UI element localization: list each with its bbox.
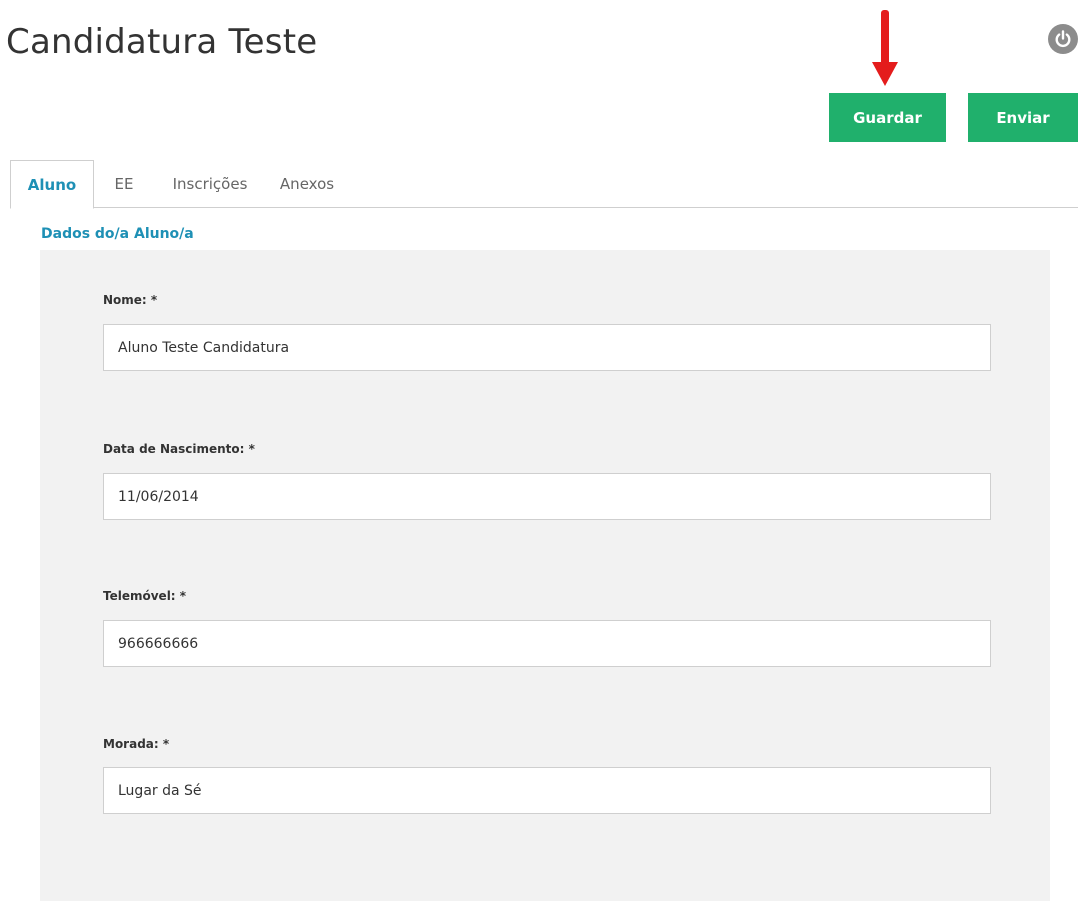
birthdate-label: Data de Nascimento: * [103,442,255,456]
name-field[interactable] [103,324,991,371]
save-button[interactable]: Guardar [829,93,946,142]
address-field[interactable] [103,767,991,814]
tab-anexos[interactable]: Anexos [272,160,342,208]
page: Candidatura Teste Guardar Enviar Aluno E… [0,0,1078,901]
mobile-field[interactable] [103,620,991,667]
tab-aluno[interactable]: Aluno [10,160,94,209]
tab-inscricoes[interactable]: Inscrições [160,160,260,208]
mobile-label: Telemóvel: * [103,589,187,603]
tab-ee[interactable]: EE [104,160,144,208]
red-arrow-down-icon [872,10,898,86]
name-label: Nome: * [103,293,158,307]
student-form-panel: Nome: * Data de Nascimento: * Telemóvel:… [40,250,1050,901]
page-title: Candidatura Teste [6,22,318,62]
address-label: Morada: * [103,737,170,751]
logout-button[interactable] [1048,24,1078,54]
send-button[interactable]: Enviar [968,93,1078,142]
section-title: Dados do/a Aluno/a [41,226,194,242]
power-icon [1055,30,1071,48]
tab-bar: Aluno EE Inscrições Anexos [10,160,1078,209]
birthdate-field[interactable] [103,473,991,520]
